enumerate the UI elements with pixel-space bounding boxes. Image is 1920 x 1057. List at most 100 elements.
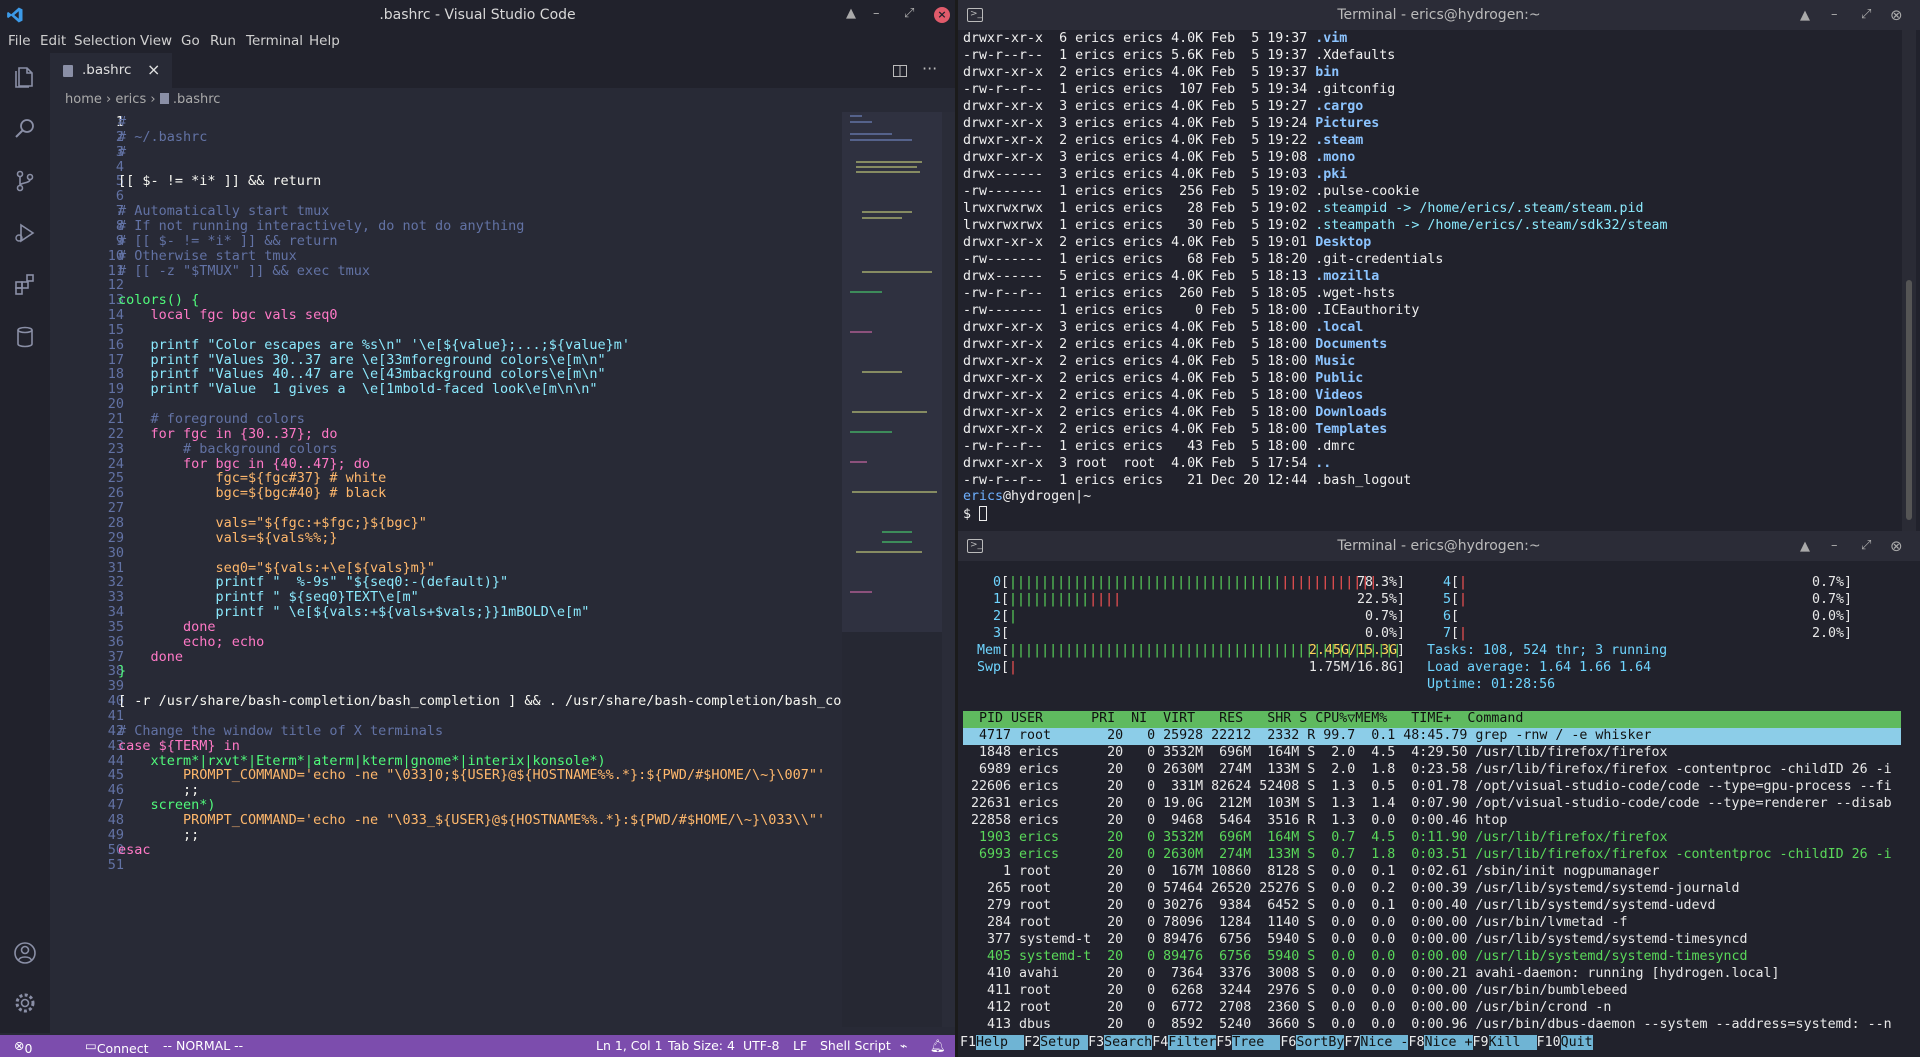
code-line: PROMPT_COMMAND='echo -ne "\033_${USER}@$… bbox=[118, 811, 826, 828]
status-connect[interactable]: ▭ Connect bbox=[85, 1038, 149, 1056]
process-row[interactable]: 284 root 20 0 78096 1284 1140 S 0.0 0.0 … bbox=[963, 915, 1627, 930]
minimap[interactable] bbox=[842, 112, 942, 1027]
tab-close-icon[interactable]: × bbox=[147, 60, 160, 79]
fkey-label[interactable]: Setup bbox=[1040, 1035, 1089, 1050]
maximize-icon[interactable]: ⤢ bbox=[1861, 7, 1871, 22]
fkey-f6[interactable]: F6 bbox=[1280, 1035, 1297, 1050]
process-row[interactable]: 265 root 20 0 57464 26520 25276 S 0.0 0.… bbox=[963, 881, 1740, 896]
process-row[interactable]: 405 systemd-t 20 0 89476 6756 5940 S 0.0… bbox=[963, 949, 1748, 964]
process-row[interactable]: 1 root 20 0 167M 10860 8128 S 0.0 0.1 0:… bbox=[963, 864, 1659, 879]
process-row[interactable]: 22606 erics 20 0 331M 82624 52408 S 1.3 … bbox=[963, 779, 1892, 794]
fkey-label[interactable]: Tree bbox=[1232, 1035, 1281, 1050]
menu-edit[interactable]: Edit bbox=[40, 33, 66, 49]
breadcrumb-home[interactable]: home bbox=[65, 92, 102, 107]
fkey-label[interactable]: Kill bbox=[1488, 1035, 1537, 1050]
fkey-label[interactable]: Help bbox=[976, 1035, 1025, 1050]
feedback-icon[interactable]: ⌁ bbox=[900, 1038, 908, 1053]
explorer-icon[interactable] bbox=[13, 65, 37, 89]
menu-file[interactable]: File bbox=[8, 33, 31, 49]
scrollbar-thumb[interactable] bbox=[1906, 280, 1912, 520]
fkey-label[interactable]: Filter bbox=[1168, 1035, 1217, 1050]
more-actions-icon[interactable]: ··· bbox=[922, 59, 937, 78]
terminal-scrollbar[interactable] bbox=[1902, 30, 1916, 531]
code-editor[interactable]: 1 #2 # ~/.bashrc 3 #4 5[[ $- != *i* ]] && ret… bbox=[50, 112, 842, 1027]
minimize-icon[interactable]: – bbox=[1831, 538, 1838, 553]
line-number: 32 bbox=[107, 574, 124, 591]
process-row[interactable]: 6989 erics 20 0 2630M 274M 133M S 2.0 1.… bbox=[963, 762, 1892, 777]
window-title: .bashrc - Visual Studio Code bbox=[379, 7, 576, 23]
status-encoding[interactable]: UTF-8 bbox=[743, 1038, 779, 1053]
shell-input-line[interactable]: $ bbox=[963, 506, 988, 522]
fkey-label[interactable]: Nice - bbox=[1360, 1035, 1409, 1050]
cpu-id: 1 bbox=[993, 592, 1002, 607]
breadcrumb-bashrc[interactable]: .bashrc bbox=[173, 92, 221, 107]
menu-terminal[interactable]: Terminal bbox=[246, 33, 303, 49]
status-position[interactable]: Ln 1, Col 1 bbox=[596, 1038, 663, 1053]
menu-go[interactable]: Go bbox=[181, 33, 200, 49]
fkey-f9[interactable]: F9 bbox=[1472, 1035, 1489, 1050]
process-row[interactable]: 4717 root 20 0 25928 22212 2332 R 99.7 0… bbox=[963, 728, 1901, 745]
process-row[interactable]: 1903 erics 20 0 3532M 696M 164M S 0.7 4.… bbox=[963, 830, 1667, 845]
status-problems[interactable]: ⊗ 0 ⚠ 0 bbox=[14, 1038, 36, 1057]
menu-run[interactable]: Run bbox=[210, 33, 236, 49]
keep-above-icon[interactable]: ▲ bbox=[1800, 8, 1810, 23]
fkey-f2[interactable]: F2 bbox=[1024, 1035, 1041, 1050]
code-line: # Otherwise start tmux bbox=[118, 247, 297, 264]
menu-help[interactable]: Help bbox=[309, 33, 340, 49]
keep-above-icon[interactable]: ▲ bbox=[846, 6, 856, 21]
cpu-id: 3 bbox=[993, 626, 1002, 641]
process-row[interactable]: 411 root 20 0 6268 3244 2976 S 0.0 0.0 0… bbox=[963, 983, 1627, 998]
maximize-icon[interactable]: ⤢ bbox=[1861, 538, 1871, 553]
ls-row: drwxr-xr-x 6 erics erics 4.0K Feb 5 19:3… bbox=[963, 31, 1347, 46]
account-icon[interactable] bbox=[13, 941, 37, 965]
process-table-header[interactable]: PID USER PRI NI VIRT RES SHR S CPU%▽MEM%… bbox=[963, 711, 1901, 728]
notifications-bell-icon[interactable]: 🔔︎ bbox=[930, 1038, 946, 1054]
fkey-f7[interactable]: F7 bbox=[1344, 1035, 1361, 1050]
process-row[interactable]: 412 root 20 0 6772 2708 2360 S 0.0 0.0 0… bbox=[963, 1000, 1611, 1015]
process-row[interactable]: 410 avahi 20 0 7364 3376 3008 S 0.0 0.0 … bbox=[963, 966, 1780, 981]
status-eol[interactable]: LF bbox=[793, 1038, 807, 1053]
process-row[interactable]: 413 dbus 20 0 8592 5240 3660 S 0.0 0.0 0… bbox=[963, 1017, 1892, 1032]
database-icon[interactable] bbox=[13, 325, 37, 349]
code-line: xterm*|rxvt*|Eterm*|aterm|kterm|gnome*|i… bbox=[118, 752, 606, 769]
fkey-f3[interactable]: F3 bbox=[1088, 1035, 1105, 1050]
code-line: printf "Values 40..47 are \e[43mbackgrou… bbox=[118, 366, 606, 383]
search-icon[interactable] bbox=[13, 117, 37, 141]
extensions-icon[interactable] bbox=[13, 273, 37, 297]
menu-selection[interactable]: Selection bbox=[74, 33, 136, 49]
tab-bashrc[interactable]: .bashrc × bbox=[50, 53, 172, 88]
maximize-icon[interactable]: ⤢ bbox=[904, 6, 914, 21]
fkey-label[interactable]: Quit bbox=[1560, 1035, 1593, 1050]
process-row[interactable]: 279 root 20 0 30276 9384 6452 S 0.0 0.1 … bbox=[963, 898, 1716, 913]
source-control-icon[interactable] bbox=[13, 169, 37, 193]
fkey-label[interactable]: SortBy bbox=[1296, 1035, 1345, 1050]
process-row[interactable]: 377 systemd-t 20 0 89476 6756 5940 S 0.0… bbox=[963, 932, 1748, 947]
fkey-f4[interactable]: F4 bbox=[1152, 1035, 1169, 1050]
process-row[interactable]: 22631 erics 20 0 19.0G 212M 103M S 1.3 1… bbox=[963, 796, 1892, 811]
status-language[interactable]: Shell Script bbox=[820, 1038, 891, 1053]
fkey-label[interactable]: Search bbox=[1104, 1035, 1153, 1050]
keep-above-icon[interactable]: ▲ bbox=[1800, 539, 1810, 554]
fkey-f1[interactable]: F1 bbox=[960, 1035, 977, 1050]
gear-icon[interactable] bbox=[13, 991, 37, 1015]
fkey-f5[interactable]: F5 bbox=[1216, 1035, 1233, 1050]
run-debug-icon[interactable] bbox=[13, 221, 37, 245]
status-tabsize[interactable]: Tab Size: 4 bbox=[668, 1038, 735, 1053]
close-window-icon[interactable]: ⊗ bbox=[1890, 537, 1903, 555]
process-row[interactable]: 22858 erics 20 0 9468 5464 3516 R 1.3 0.… bbox=[963, 813, 1507, 828]
code-line: # Automatically start tmux bbox=[118, 203, 330, 220]
split-editor-icon[interactable] bbox=[893, 65, 907, 77]
fkey-f8[interactable]: F8 bbox=[1408, 1035, 1425, 1050]
breadcrumb-erics[interactable]: erics bbox=[115, 92, 146, 107]
fkey-label[interactable]: Nice + bbox=[1424, 1035, 1473, 1050]
close-window-icon[interactable]: × bbox=[934, 7, 950, 23]
menu-view[interactable]: View bbox=[140, 33, 172, 49]
code-line: # [[ -z "$TMUX" ]] && exec tmux bbox=[118, 262, 370, 279]
process-row[interactable]: 6993 erics 20 0 2630M 274M 133M S 0.7 1.… bbox=[963, 847, 1892, 862]
minimize-icon[interactable]: – bbox=[1831, 7, 1838, 22]
close-window-icon[interactable]: ⊗ bbox=[1890, 6, 1903, 24]
fkey-f10[interactable]: F10 bbox=[1536, 1035, 1561, 1050]
minimize-icon[interactable]: – bbox=[873, 6, 880, 21]
editor-scrollbar[interactable] bbox=[942, 112, 955, 1027]
process-row[interactable]: 1848 erics 20 0 3532M 696M 164M S 2.0 4.… bbox=[963, 745, 1667, 760]
